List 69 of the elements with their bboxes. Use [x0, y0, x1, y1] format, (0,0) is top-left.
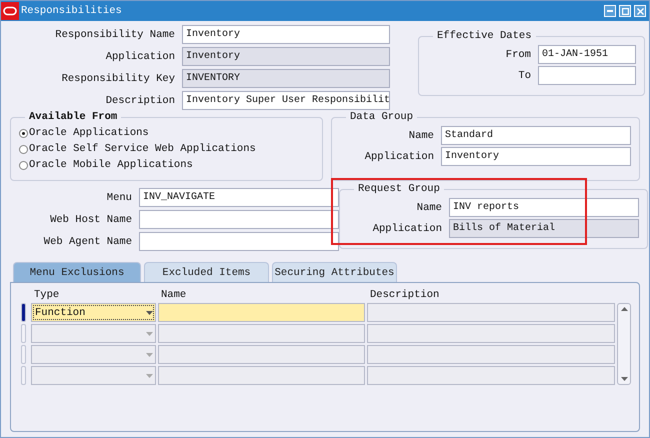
- field-label: Application: [372, 222, 443, 234]
- input-field[interactable]: INVENTORY: [182, 69, 390, 88]
- tab[interactable]: Excluded Items: [144, 262, 269, 282]
- vertical-scrollbar[interactable]: [617, 303, 631, 385]
- input-field[interactable]: Inventory: [182, 47, 390, 66]
- field-label: To: [517, 70, 532, 82]
- description-field[interactable]: [367, 366, 615, 385]
- input-field[interactable]: Inventory Super User Responsibilit: [182, 91, 390, 110]
- radio-option[interactable]: Oracle Mobile Applications: [19, 157, 314, 173]
- input-field[interactable]: INV_NAVIGATE: [139, 188, 339, 207]
- name-field[interactable]: [158, 366, 365, 385]
- dropdown-caret-icon: [146, 352, 153, 356]
- radio-button[interactable]: [19, 144, 28, 154]
- field-label: Application: [104, 50, 176, 62]
- type-dropdown[interactable]: [31, 366, 156, 385]
- column-header: Description: [369, 289, 440, 301]
- input-field[interactable]: Standard: [441, 126, 631, 145]
- column-header: Type: [33, 289, 60, 301]
- tab[interactable]: Securing Attributes: [272, 262, 397, 282]
- dropdown-caret-icon: [146, 374, 153, 378]
- type-dropdown[interactable]: Function: [31, 303, 156, 322]
- field-label: From: [504, 48, 532, 60]
- oval-logo-icon: [1, 2, 19, 20]
- field-label: Web Host Name: [49, 214, 133, 226]
- type-dropdown[interactable]: [31, 345, 156, 364]
- field-label: Responsibility Key: [60, 72, 176, 84]
- window-title: Responsibilities: [21, 5, 123, 17]
- group-title: Request Group: [358, 183, 440, 195]
- radio-option[interactable]: Oracle Self Service Web Applications: [19, 141, 314, 157]
- field-label: Responsibility Name: [54, 28, 176, 40]
- scroll-down-icon: [620, 377, 628, 381]
- dropdown-caret-icon: [146, 310, 153, 314]
- dropdown-caret-icon: [146, 332, 153, 336]
- description-field[interactable]: [367, 345, 615, 364]
- group-title: Available From: [29, 111, 118, 123]
- type-dropdown[interactable]: [31, 324, 156, 343]
- input-field[interactable]: 01-JAN-1951: [538, 45, 636, 64]
- input-field[interactable]: Bills of Material: [449, 219, 639, 238]
- group-title: Data Group: [350, 111, 414, 123]
- description-field[interactable]: [367, 324, 615, 343]
- input-field[interactable]: INV reports: [449, 198, 639, 217]
- description-field[interactable]: [367, 303, 615, 322]
- maximize-icon: [622, 8, 628, 14]
- input-field[interactable]: Inventory: [441, 147, 631, 166]
- input-field[interactable]: [139, 232, 339, 251]
- minimize-button[interactable]: [604, 5, 616, 17]
- name-field[interactable]: [158, 303, 365, 322]
- field-label: Application: [364, 150, 435, 162]
- radio-button[interactable]: [19, 128, 28, 138]
- close-button[interactable]: [634, 5, 646, 17]
- field-label: Menu: [106, 192, 133, 204]
- input-field[interactable]: [139, 210, 339, 229]
- radio-option[interactable]: Oracle Applications: [19, 125, 314, 141]
- field-label: Description: [104, 94, 176, 106]
- group-title: Effective Dates: [437, 30, 532, 42]
- field-label: Name: [416, 202, 443, 214]
- input-field[interactable]: [538, 66, 636, 85]
- column-header: Name: [160, 289, 188, 301]
- radio-button[interactable]: [19, 160, 28, 170]
- tab[interactable]: Menu Exclusions: [13, 262, 141, 282]
- field-label: Name: [408, 130, 435, 142]
- name-field[interactable]: [158, 345, 365, 364]
- scroll-up-icon: [620, 307, 628, 311]
- field-label: Web Agent Name: [42, 236, 133, 248]
- maximize-button[interactable]: [619, 5, 631, 17]
- name-field[interactable]: [158, 324, 365, 343]
- minimize-icon: [607, 10, 613, 12]
- close-icon: [636, 8, 644, 14]
- input-field[interactable]: Inventory: [182, 25, 390, 44]
